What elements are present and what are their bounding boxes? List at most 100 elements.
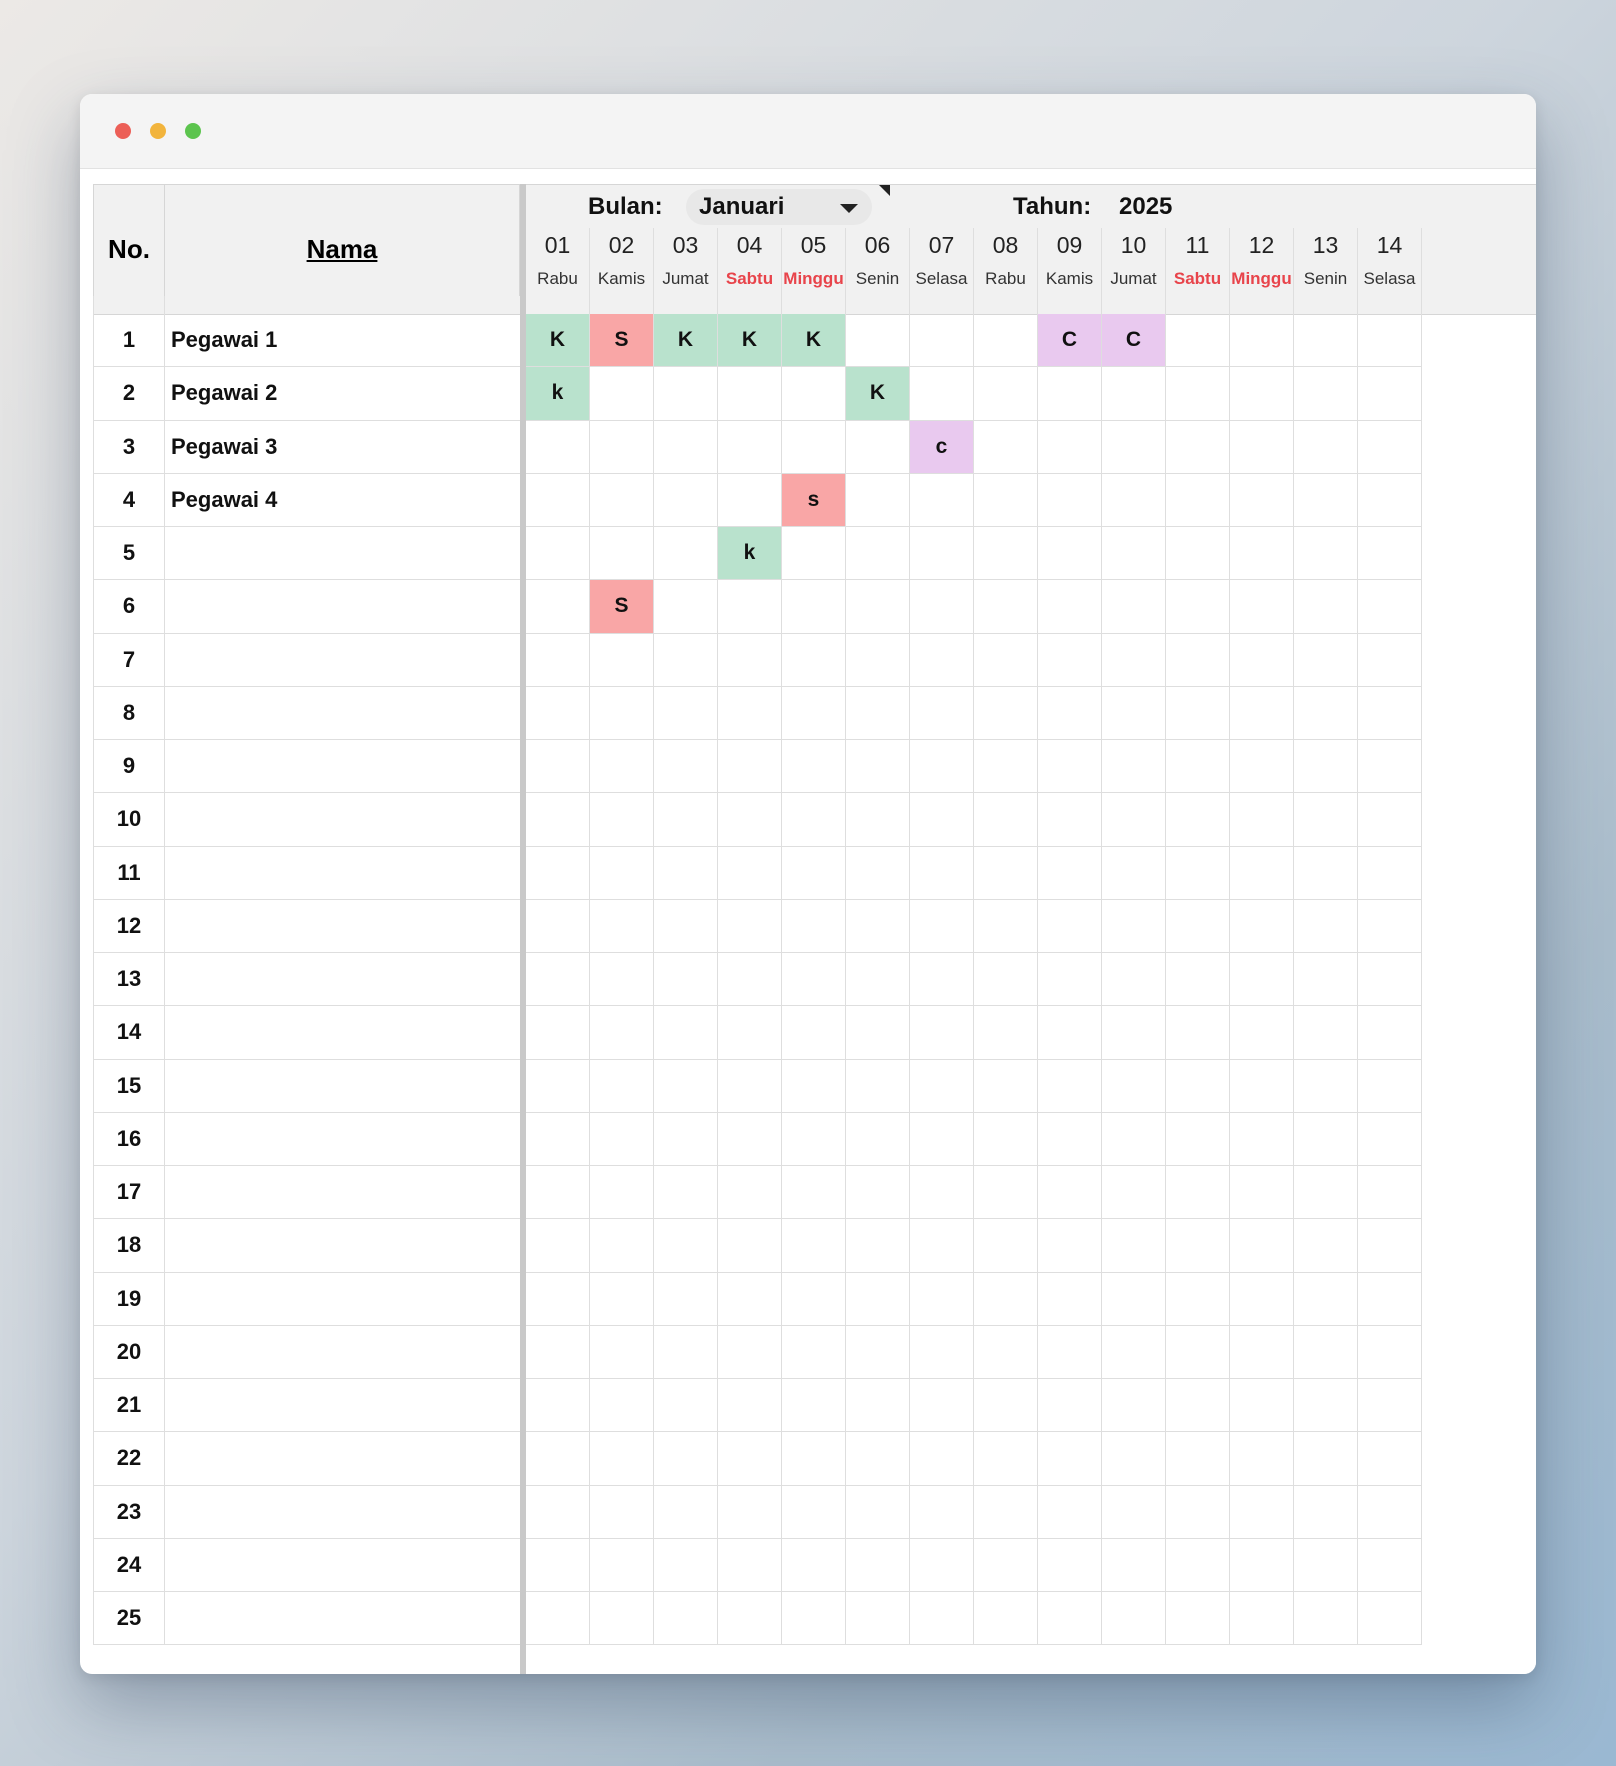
attendance-cell[interactable] xyxy=(910,740,974,794)
attendance-cell[interactable] xyxy=(718,686,782,740)
row-number-cell[interactable]: 10 xyxy=(93,793,165,847)
attendance-cell[interactable] xyxy=(718,740,782,794)
attendance-cell[interactable] xyxy=(974,899,1038,953)
attendance-cell[interactable] xyxy=(1102,1432,1166,1486)
day-name-header[interactable]: Minggu xyxy=(1230,262,1294,296)
attendance-cell[interactable] xyxy=(1166,740,1230,794)
attendance-cell[interactable] xyxy=(526,1272,590,1326)
day-number-header[interactable]: 10 xyxy=(1102,228,1166,262)
month-dropdown[interactable]: Januari xyxy=(686,189,872,225)
attendance-cell[interactable] xyxy=(782,1485,846,1539)
attendance-cell[interactable] xyxy=(846,1538,910,1592)
employee-name-cell[interactable] xyxy=(165,953,520,1007)
attendance-cell[interactable] xyxy=(846,1432,910,1486)
attendance-cell[interactable] xyxy=(1358,1379,1422,1433)
attendance-cell[interactable] xyxy=(846,1325,910,1379)
attendance-cell[interactable] xyxy=(654,899,718,953)
attendance-cell[interactable] xyxy=(654,1432,718,1486)
attendance-cell[interactable]: K xyxy=(846,367,910,421)
row-number-cell[interactable]: 3 xyxy=(93,420,165,474)
attendance-cell[interactable] xyxy=(718,1006,782,1060)
attendance-cell[interactable] xyxy=(718,473,782,527)
employee-name-cell[interactable] xyxy=(165,1006,520,1060)
attendance-cell[interactable] xyxy=(1358,580,1422,634)
attendance-cell[interactable] xyxy=(910,1059,974,1113)
attendance-cell[interactable]: K xyxy=(782,314,846,368)
attendance-cell[interactable] xyxy=(590,1592,654,1646)
attendance-cell[interactable] xyxy=(590,367,654,421)
attendance-cell[interactable] xyxy=(1038,846,1102,900)
day-name-header[interactable]: Rabu xyxy=(526,262,590,296)
attendance-cell[interactable] xyxy=(1038,1432,1102,1486)
day-name-header[interactable]: Sabtu xyxy=(718,262,782,296)
attendance-cell[interactable] xyxy=(1358,1272,1422,1326)
attendance-cell[interactable] xyxy=(1166,1272,1230,1326)
attendance-cell[interactable] xyxy=(846,580,910,634)
attendance-cell[interactable] xyxy=(590,1166,654,1220)
minimize-window-button[interactable] xyxy=(150,123,166,139)
day-number-header[interactable]: 07 xyxy=(910,228,974,262)
row-number-cell[interactable]: 22 xyxy=(93,1432,165,1486)
attendance-cell[interactable]: k xyxy=(718,527,782,581)
row-number-cell[interactable]: 20 xyxy=(93,1325,165,1379)
row-number-cell[interactable]: 21 xyxy=(93,1379,165,1433)
attendance-cell[interactable] xyxy=(1294,580,1358,634)
attendance-cell[interactable] xyxy=(590,1485,654,1539)
attendance-cell[interactable] xyxy=(1038,1272,1102,1326)
attendance-cell[interactable] xyxy=(1102,1059,1166,1113)
attendance-cell[interactable] xyxy=(846,686,910,740)
attendance-cell[interactable] xyxy=(718,1379,782,1433)
attendance-cell[interactable] xyxy=(1230,1325,1294,1379)
attendance-cell[interactable] xyxy=(782,1432,846,1486)
attendance-cell[interactable] xyxy=(1102,1006,1166,1060)
attendance-cell[interactable] xyxy=(590,420,654,474)
employee-name-cell[interactable] xyxy=(165,1592,520,1646)
day-name-header[interactable]: Jumat xyxy=(654,262,718,296)
zoom-window-button[interactable] xyxy=(185,123,201,139)
row-number-cell[interactable]: 11 xyxy=(93,846,165,900)
attendance-cell[interactable] xyxy=(526,1325,590,1379)
attendance-cell[interactable] xyxy=(910,1006,974,1060)
attendance-cell[interactable] xyxy=(1038,1219,1102,1273)
attendance-cell[interactable] xyxy=(910,314,974,368)
attendance-cell[interactable] xyxy=(1294,686,1358,740)
attendance-cell[interactable] xyxy=(910,1166,974,1220)
row-number-cell[interactable]: 5 xyxy=(93,527,165,581)
row-number-cell[interactable]: 18 xyxy=(93,1219,165,1273)
attendance-cell[interactable] xyxy=(654,1538,718,1592)
attendance-cell[interactable]: C xyxy=(1102,314,1166,368)
day-number-header[interactable]: 03 xyxy=(654,228,718,262)
attendance-cell[interactable] xyxy=(974,1219,1038,1273)
attendance-cell[interactable]: k xyxy=(526,367,590,421)
attendance-cell[interactable] xyxy=(1102,1219,1166,1273)
attendance-cell[interactable] xyxy=(1230,1272,1294,1326)
attendance-cell[interactable] xyxy=(590,686,654,740)
attendance-cell[interactable] xyxy=(1358,527,1422,581)
attendance-cell[interactable] xyxy=(1358,420,1422,474)
day-number-header[interactable]: 02 xyxy=(590,228,654,262)
attendance-cell[interactable] xyxy=(974,527,1038,581)
attendance-cell[interactable] xyxy=(1294,367,1358,421)
day-name-header[interactable]: Minggu xyxy=(782,262,846,296)
attendance-cell[interactable] xyxy=(654,1485,718,1539)
attendance-cell[interactable] xyxy=(974,1538,1038,1592)
attendance-cell[interactable] xyxy=(974,1112,1038,1166)
attendance-cell[interactable] xyxy=(1166,793,1230,847)
close-window-button[interactable] xyxy=(115,123,131,139)
attendance-cell[interactable] xyxy=(1038,899,1102,953)
attendance-cell[interactable] xyxy=(846,1219,910,1273)
attendance-cell[interactable] xyxy=(526,1112,590,1166)
attendance-cell[interactable] xyxy=(782,367,846,421)
attendance-cell[interactable] xyxy=(974,367,1038,421)
attendance-cell[interactable] xyxy=(1294,1006,1358,1060)
attendance-cell[interactable] xyxy=(1102,899,1166,953)
attendance-cell[interactable] xyxy=(1230,1485,1294,1539)
attendance-cell[interactable] xyxy=(1038,1592,1102,1646)
attendance-cell[interactable] xyxy=(1038,793,1102,847)
attendance-cell[interactable] xyxy=(1358,1538,1422,1592)
attendance-cell[interactable]: K xyxy=(526,314,590,368)
attendance-cell[interactable] xyxy=(526,740,590,794)
attendance-cell[interactable] xyxy=(1166,633,1230,687)
attendance-cell[interactable] xyxy=(1166,314,1230,368)
attendance-cell[interactable] xyxy=(846,527,910,581)
